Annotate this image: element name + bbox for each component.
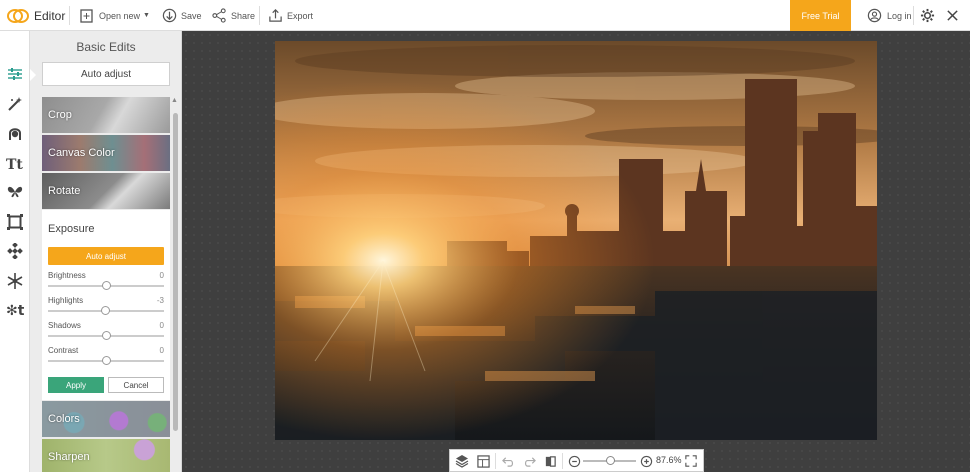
snowflake-icon[interactable] xyxy=(5,271,25,291)
share-button[interactable]: Share xyxy=(212,0,255,31)
brightness-label: Brightness xyxy=(48,271,86,280)
top-bar: Editor Open new ▼ Save Share Export Free… xyxy=(0,0,970,31)
share-icon xyxy=(212,8,227,23)
brand-label: Editor xyxy=(34,8,66,23)
exposure-section: Exposure Auto adjust Brightness 0 Highli… xyxy=(42,210,170,400)
redo-icon[interactable] xyxy=(521,453,537,469)
active-tool-pointer xyxy=(30,69,36,81)
text-icon[interactable]: Tt xyxy=(5,153,25,173)
slider-thumb[interactable] xyxy=(102,331,111,340)
free-trial-button[interactable]: Free Trial xyxy=(790,0,851,31)
svg-text:Tt: Tt xyxy=(6,157,23,171)
export-button[interactable]: Export xyxy=(268,0,313,31)
svg-text:✻t: ✻t xyxy=(6,303,24,317)
free-trial-label: Free Trial xyxy=(801,10,840,21)
city-sunset-photo xyxy=(275,41,877,440)
face-icon[interactable] xyxy=(5,123,25,143)
divider xyxy=(259,6,260,25)
brightness-value: 0 xyxy=(159,271,164,280)
grid-icon[interactable] xyxy=(475,453,491,469)
shadows-slider[interactable]: Shadows 0 xyxy=(48,321,164,343)
exposure-title: Exposure xyxy=(48,223,95,235)
login-label: Log in xyxy=(887,10,912,21)
close-icon xyxy=(946,9,959,22)
sharpen-tile[interactable]: Sharpen xyxy=(42,439,170,472)
exposure-auto-adjust-label: Auto adjust xyxy=(85,251,127,261)
shadows-label: Shadows xyxy=(48,321,81,330)
save-label: Save xyxy=(181,10,202,21)
colors-tile[interactable]: Colors xyxy=(42,401,170,437)
panel-title: Basic Edits xyxy=(76,40,136,54)
gear-icon xyxy=(920,8,935,23)
brand[interactable]: Editor xyxy=(7,0,65,31)
sliders-icon[interactable] xyxy=(5,64,25,84)
open-new-label: Open new xyxy=(99,10,141,21)
zoom-slider-thumb[interactable] xyxy=(606,456,615,465)
exposure-auto-adjust-button[interactable]: Auto adjust xyxy=(48,247,164,265)
layers-icon[interactable] xyxy=(454,453,470,469)
export-icon xyxy=(268,8,283,23)
highlights-label: Highlights xyxy=(48,296,84,305)
undo-icon[interactable] xyxy=(500,453,516,469)
magic-wand-icon[interactable] xyxy=(5,94,25,114)
rotate-label: Rotate xyxy=(48,185,81,197)
logo-icon xyxy=(7,8,29,24)
slider-thumb[interactable] xyxy=(102,281,111,290)
rotate-tile[interactable]: Rotate xyxy=(42,173,170,209)
colors-label: Colors xyxy=(48,413,80,425)
divider xyxy=(495,453,496,469)
settings-button[interactable] xyxy=(920,0,935,31)
slider-thumb[interactable] xyxy=(102,356,111,365)
canvas-color-label: Canvas Color xyxy=(48,147,115,159)
open-file-icon xyxy=(79,8,95,24)
zoom-level: 87.6% xyxy=(656,455,682,465)
zoom-in-icon[interactable] xyxy=(638,453,654,469)
login-button[interactable]: Log in xyxy=(862,0,912,31)
brightness-slider[interactable]: Brightness 0 xyxy=(48,271,164,293)
highlights-value: -3 xyxy=(156,296,164,305)
design-icon[interactable]: ✻t xyxy=(5,299,25,319)
share-label: Share xyxy=(231,10,256,21)
highlights-slider[interactable]: Highlights -3 xyxy=(48,296,164,318)
canvas-color-tile[interactable]: Canvas Color xyxy=(42,135,170,171)
export-label: Export xyxy=(287,10,314,21)
shadows-value: 0 xyxy=(159,321,164,330)
divider xyxy=(562,453,563,469)
texture-icon[interactable] xyxy=(5,241,25,261)
fullscreen-icon[interactable] xyxy=(683,453,699,469)
scroll-up-icon[interactable]: ▲ xyxy=(171,97,178,104)
butterfly-icon[interactable] xyxy=(5,182,25,202)
close-button[interactable] xyxy=(946,0,959,31)
apply-button[interactable]: Apply xyxy=(48,377,104,393)
save-button[interactable]: Save xyxy=(162,0,202,31)
contrast-value: 0 xyxy=(159,346,164,355)
compare-icon[interactable] xyxy=(542,453,558,469)
tool-rail: Tt ✻t xyxy=(0,31,30,472)
cancel-button[interactable]: Cancel xyxy=(108,377,164,393)
contrast-slider[interactable]: Contrast 0 xyxy=(48,346,164,368)
zoom-out-icon[interactable] xyxy=(566,453,582,469)
auto-adjust-button[interactable]: Auto adjust xyxy=(42,62,170,86)
slider-thumb[interactable] xyxy=(101,306,110,315)
crop-tile[interactable]: Crop xyxy=(42,97,170,133)
divider xyxy=(913,6,914,25)
auto-adjust-label: Auto adjust xyxy=(80,68,132,80)
frame-icon[interactable] xyxy=(5,212,25,232)
contrast-label: Contrast xyxy=(48,346,79,355)
crop-label: Crop xyxy=(48,109,72,121)
panel-scrollbar[interactable] xyxy=(173,113,178,431)
divider xyxy=(69,6,70,25)
sharpen-label: Sharpen xyxy=(48,451,90,463)
save-icon xyxy=(162,8,177,23)
apply-label: Apply xyxy=(65,380,86,390)
chevron-down-icon: ▼ xyxy=(143,12,150,19)
open-new-button[interactable]: Open new ▼ xyxy=(79,0,150,31)
user-icon xyxy=(867,8,882,23)
photo-canvas[interactable] xyxy=(275,41,877,440)
cancel-label: Cancel xyxy=(123,380,149,390)
